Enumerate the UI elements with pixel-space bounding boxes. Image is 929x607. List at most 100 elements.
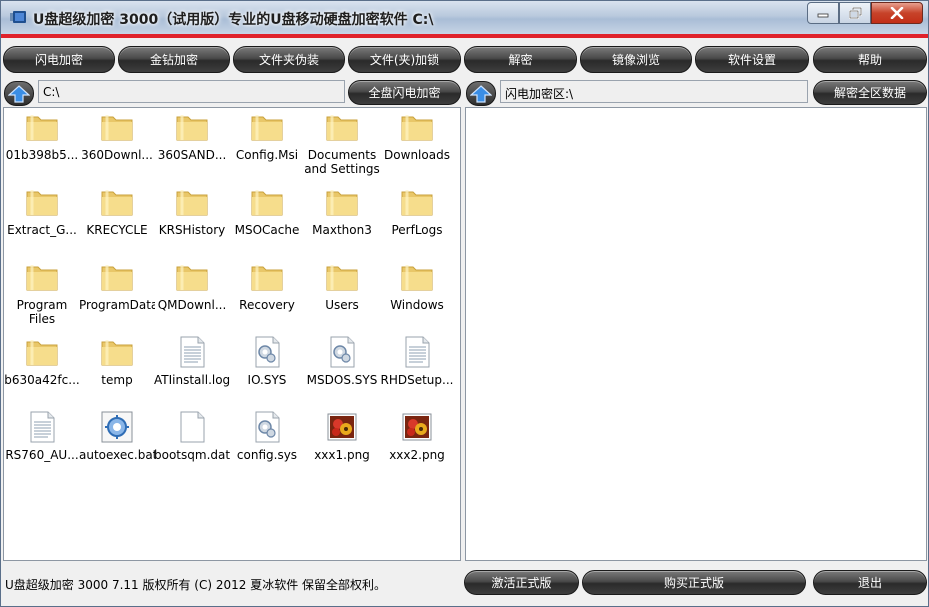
file-item[interactable]: KRECYCLE xyxy=(79,184,155,237)
file-item[interactable]: bootsqm.dat xyxy=(154,409,230,462)
settings-button[interactable]: 软件设置 xyxy=(695,46,809,73)
file-item[interactable]: config.sys xyxy=(229,409,305,462)
file-item-label: Config.Msi xyxy=(235,148,299,162)
file-item-label: KRECYCLE xyxy=(86,223,148,237)
usb-drive-icon xyxy=(10,11,26,23)
file-item-label: MSOCache xyxy=(234,223,300,237)
folder-icon xyxy=(304,184,380,220)
file-item-label: RS760_AU... xyxy=(5,448,79,462)
help-button[interactable]: 帮助 xyxy=(813,46,927,73)
file-item-label: KRSHistory xyxy=(158,223,226,237)
file-item[interactable]: Program Files xyxy=(4,259,80,326)
file-item-label: temp xyxy=(101,373,133,387)
folder-icon xyxy=(4,259,80,295)
file-item[interactable]: b630a42fc... xyxy=(4,334,80,387)
folder-icon xyxy=(229,184,305,220)
activate-button[interactable]: 激活正式版 xyxy=(464,570,579,595)
file-item[interactable]: PerfLogs xyxy=(379,184,455,237)
accent-bar xyxy=(1,34,928,38)
left-up-button[interactable] xyxy=(4,81,34,106)
file-item[interactable]: Recovery xyxy=(229,259,305,312)
up-arrow-icon xyxy=(470,84,492,103)
left-file-panel[interactable]: 01b398b5... 360Downl... 360SAND... Config.M… xyxy=(3,107,461,561)
image-browse-button[interactable]: 镜像浏览 xyxy=(580,46,692,73)
file-item[interactable]: 01b398b5... xyxy=(4,109,80,162)
file-item-label: autoexec.bat xyxy=(79,448,155,462)
file-item[interactable]: Maxthon3 xyxy=(304,184,380,237)
file-item[interactable]: temp xyxy=(79,334,155,387)
file-item[interactable]: KRSHistory xyxy=(154,184,230,237)
file-item-label: b630a42fc... xyxy=(4,373,80,387)
file-item-label: Recovery xyxy=(239,298,295,312)
file-item-label: QMDownl... xyxy=(157,298,227,312)
right-up-button[interactable] xyxy=(466,81,496,106)
file-item[interactable]: Documents and Settings xyxy=(304,109,380,176)
folder-icon xyxy=(4,334,80,370)
exit-button[interactable]: 退出 xyxy=(813,570,927,595)
file-item[interactable]: Users xyxy=(304,259,380,312)
folder-icon xyxy=(154,109,230,145)
file-item[interactable]: autoexec.bat xyxy=(79,409,155,462)
full-disk-flash-encrypt-button[interactable]: 全盘闪电加密 xyxy=(348,80,461,105)
folder-icon xyxy=(79,334,155,370)
restore-button[interactable] xyxy=(839,2,871,24)
file-item[interactable]: QMDownl... xyxy=(154,259,230,312)
file-item[interactable]: Extract_G... xyxy=(4,184,80,237)
file-item[interactable]: Downloads xyxy=(379,109,455,162)
folder-icon xyxy=(304,259,380,295)
file-item-label: ProgramData xyxy=(79,298,155,312)
file-item[interactable]: RHDSetup... xyxy=(379,334,455,387)
folder-icon xyxy=(154,259,230,295)
file-item[interactable]: Windows xyxy=(379,259,455,312)
folder-icon xyxy=(4,184,80,220)
text-file-icon xyxy=(154,334,230,370)
file-item[interactable]: RS760_AU... xyxy=(4,409,80,462)
file-item-label: 360Downl... xyxy=(81,148,153,162)
file-item-label: Documents and Settings xyxy=(304,148,380,176)
right-path-field[interactable]: 闪电加密区:\ xyxy=(500,80,808,103)
flash-encrypt-button[interactable]: 闪电加密 xyxy=(3,46,115,73)
file-item[interactable]: ProgramData xyxy=(79,259,155,312)
close-icon xyxy=(890,7,904,19)
diamond-encrypt-button[interactable]: 金钻加密 xyxy=(118,46,230,73)
file-item-label: ATIinstall.log xyxy=(154,373,230,387)
file-item[interactable]: MSOCache xyxy=(229,184,305,237)
file-item-label: Downloads xyxy=(384,148,450,162)
image-file-icon xyxy=(379,409,455,445)
minimize-icon xyxy=(817,13,829,18)
system-file-icon xyxy=(229,409,305,445)
file-item[interactable]: xxx1.png xyxy=(304,409,380,462)
folder-icon xyxy=(379,109,455,145)
file-item[interactable]: ATIinstall.log xyxy=(154,334,230,387)
folder-icon xyxy=(379,184,455,220)
folder-disguise-button[interactable]: 文件夹伪装 xyxy=(233,46,345,73)
minimize-button[interactable] xyxy=(807,2,839,24)
file-item-label: xxx2.png xyxy=(389,448,445,462)
left-path-field[interactable]: C:\ xyxy=(38,80,345,103)
buy-button[interactable]: 购买正式版 xyxy=(582,570,806,595)
folder-icon xyxy=(79,259,155,295)
right-file-panel[interactable] xyxy=(465,107,927,561)
file-item[interactable]: 360Downl... xyxy=(79,109,155,162)
folder-icon xyxy=(79,109,155,145)
decrypt-button[interactable]: 解密 xyxy=(464,46,577,73)
image-file-icon xyxy=(304,409,380,445)
file-item-label: 360SAND... xyxy=(157,148,227,162)
restore-icon xyxy=(848,7,862,19)
file-item[interactable]: IO.SYS xyxy=(229,334,305,387)
decrypt-all-button[interactable]: 解密全区数据 xyxy=(813,80,927,105)
up-arrow-icon xyxy=(8,84,30,103)
file-item-label: Maxthon3 xyxy=(312,223,372,237)
status-text: U盘超级加密 3000 7.11 版权所有 (C) 2012 夏冰软件 保留全部… xyxy=(5,578,387,592)
app-window: U盘超级加密 3000（试用版）专业的U盘移动硬盘加密软件 C:\ 闪电加密 金… xyxy=(0,0,929,607)
folder-icon xyxy=(229,259,305,295)
file-item[interactable]: MSDOS.SYS xyxy=(304,334,380,387)
file-item[interactable]: Config.Msi xyxy=(229,109,305,162)
file-item[interactable]: 360SAND... xyxy=(154,109,230,162)
file-item[interactable]: xxx2.png xyxy=(379,409,455,462)
file-lock-button[interactable]: 文件(夹)加锁 xyxy=(348,46,461,73)
file-item-label: config.sys xyxy=(236,448,298,462)
file-item-label: PerfLogs xyxy=(391,223,443,237)
text-file-icon xyxy=(379,334,455,370)
close-button[interactable] xyxy=(871,2,923,24)
